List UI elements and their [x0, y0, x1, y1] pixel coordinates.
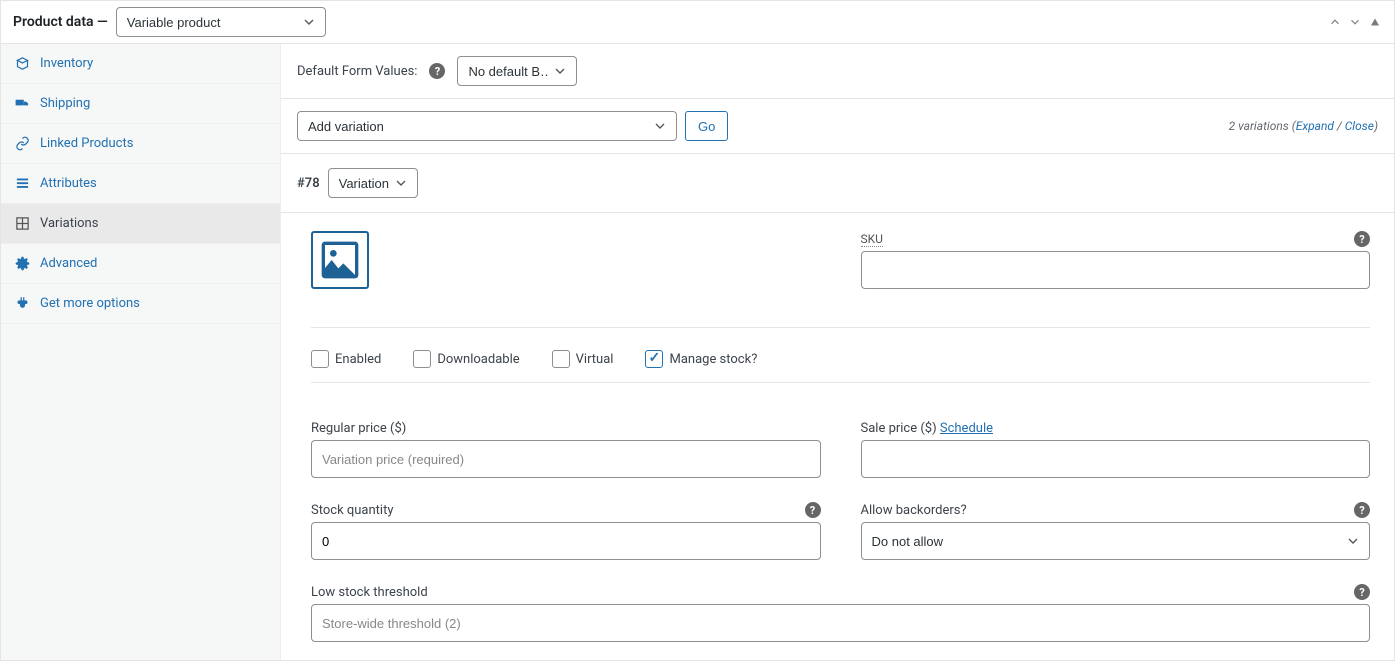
sidebar-item-more[interactable]: Get more options	[1, 284, 280, 324]
divider	[311, 327, 1370, 328]
stock-quantity-field: Stock quantity ?	[311, 502, 821, 560]
variation-header[interactable]: #78 Variation	[281, 154, 1394, 213]
virtual-checkbox-item[interactable]: Virtual	[552, 350, 614, 368]
virtual-checkbox[interactable]	[552, 350, 570, 368]
add-variation-row: Add variation Go 2 variations (Expand / …	[281, 99, 1394, 154]
panel-toggle-group	[1328, 15, 1382, 29]
sku-field: SKU ?	[861, 231, 1371, 289]
low-stock-field: Low stock threshold ?	[311, 584, 1370, 642]
sidebar-item-label: Variations	[40, 216, 98, 231]
panel-header: Product data — Variable product	[1, 1, 1394, 44]
sidebar-item-label: Advanced	[40, 256, 97, 271]
gear-icon	[15, 256, 30, 271]
help-icon[interactable]: ?	[1354, 584, 1370, 600]
close-link[interactable]: Close	[1345, 119, 1374, 133]
enabled-checkbox[interactable]	[311, 350, 329, 368]
stock-quantity-input[interactable]	[311, 522, 821, 560]
default-form-select[interactable]: No default B…	[457, 56, 577, 86]
variation-action-select[interactable]: Add variation	[297, 111, 677, 141]
variation-image-cell	[311, 231, 821, 289]
go-button[interactable]: Go	[685, 111, 728, 141]
default-form-values-row: Default Form Values: ? No default B…	[281, 44, 1394, 99]
sidebar-item-label: Shipping	[40, 96, 90, 111]
backorders-field: Allow backorders? ? Do not allow	[861, 502, 1371, 560]
sidebar-item-label: Attributes	[40, 176, 97, 191]
collapse-icon[interactable]	[1368, 15, 1382, 29]
stock-quantity-label: Stock quantity	[311, 503, 394, 518]
regular-price-input[interactable]	[311, 440, 821, 478]
default-form-label: Default Form Values:	[297, 64, 417, 79]
panel-title: Product data —	[13, 14, 108, 30]
sale-price-label: Sale price ($)	[861, 421, 937, 436]
schedule-link[interactable]: Schedule	[940, 421, 993, 436]
variation-body: SKU ? Enabled	[281, 213, 1394, 660]
sidebar-item-label: Get more options	[40, 296, 140, 311]
regular-price-field: Regular price ($)	[311, 421, 821, 478]
variation-image-placeholder[interactable]	[311, 231, 369, 289]
variation-attribute-select[interactable]: Variation	[328, 168, 418, 198]
low-stock-input[interactable]	[311, 604, 1370, 642]
sale-price-input[interactable]	[861, 440, 1371, 478]
sku-input[interactable]	[861, 251, 1371, 289]
downloadable-label: Downloadable	[437, 352, 519, 367]
sale-price-field: Sale price ($) Schedule	[861, 421, 1371, 478]
backorders-select[interactable]: Do not allow	[861, 522, 1371, 560]
help-icon[interactable]: ?	[1354, 502, 1370, 518]
sidebar-item-attributes[interactable]: Attributes	[1, 164, 280, 204]
sidebar-item-linked[interactable]: Linked Products	[1, 124, 280, 164]
sidebar-tabs: Inventory Shipping Linked Products Attri…	[1, 44, 281, 660]
sidebar-item-inventory[interactable]: Inventory	[1, 44, 280, 84]
downloadable-checkbox[interactable]	[413, 350, 431, 368]
link-icon	[15, 136, 30, 151]
move-up-icon[interactable]	[1328, 15, 1342, 29]
manage-stock-label: Manage stock?	[669, 352, 757, 367]
expand-link[interactable]: Expand	[1296, 119, 1334, 133]
enabled-label: Enabled	[335, 352, 381, 367]
panel-body: Inventory Shipping Linked Products Attri…	[1, 44, 1394, 660]
plug-icon	[15, 296, 30, 311]
truck-icon	[15, 96, 30, 111]
sku-label: SKU	[861, 232, 883, 247]
sidebar-item-label: Inventory	[40, 56, 93, 71]
move-down-icon[interactable]	[1348, 15, 1362, 29]
enabled-checkbox-item[interactable]: Enabled	[311, 350, 381, 368]
variation-checkboxes: Enabled Downloadable Virtual	[311, 313, 1370, 397]
sidebar-item-label: Linked Products	[40, 136, 133, 151]
divider	[311, 382, 1370, 383]
downloadable-checkbox-item[interactable]: Downloadable	[413, 350, 519, 368]
sidebar-item-variations[interactable]: Variations	[1, 204, 280, 244]
product-type-select[interactable]: Variable product	[116, 7, 326, 37]
sidebar-item-shipping[interactable]: Shipping	[1, 84, 280, 124]
regular-price-label: Regular price ($)	[311, 421, 406, 436]
low-stock-label: Low stock threshold	[311, 585, 428, 600]
virtual-label: Virtual	[576, 352, 614, 367]
help-icon[interactable]: ?	[805, 502, 821, 518]
list-icon	[15, 176, 30, 191]
grid-icon	[15, 216, 30, 231]
manage-stock-checkbox[interactable]	[645, 350, 663, 368]
variations-content: Default Form Values: ? No default B… Add…	[281, 44, 1394, 660]
product-data-panel: Product data — Variable product Inventor…	[0, 0, 1395, 661]
variation-id: #78	[297, 176, 320, 191]
manage-stock-checkbox-item[interactable]: Manage stock?	[645, 350, 757, 368]
inventory-icon	[15, 56, 30, 71]
help-icon[interactable]: ?	[1354, 231, 1370, 247]
help-icon[interactable]: ?	[429, 63, 445, 79]
sidebar-item-advanced[interactable]: Advanced	[1, 244, 280, 284]
backorders-label: Allow backorders?	[861, 503, 967, 518]
variation-count: 2 variations (Expand / Close)	[1229, 119, 1378, 133]
